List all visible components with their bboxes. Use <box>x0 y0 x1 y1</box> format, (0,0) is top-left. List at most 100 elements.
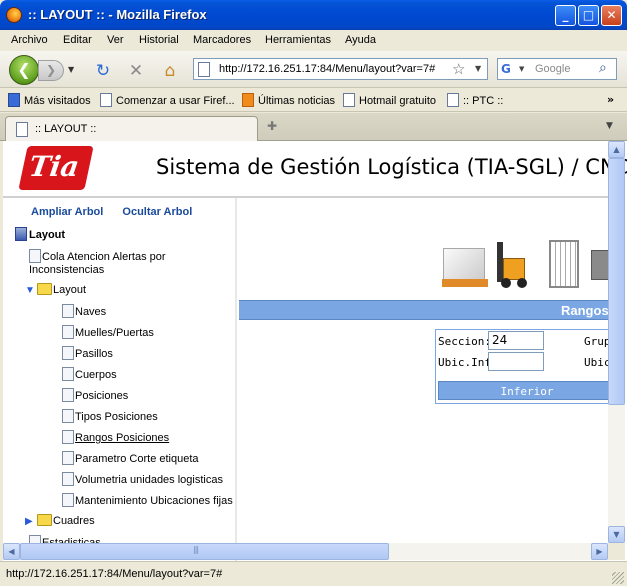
tree-folder-cuadres[interactable]: ▶ Cuadres <box>25 514 95 527</box>
menu-marcadores[interactable]: Marcadores <box>193 34 251 46</box>
expanded-arrow-icon[interactable]: ▼ <box>25 285 37 296</box>
section-title: Rangos <box>561 303 609 318</box>
tree-item-cola-atencion[interactable]: Cola Atencion Alertas por Inconsistencia… <box>29 249 229 277</box>
expand-tree-link[interactable]: Ampliar Arbol <box>31 206 103 218</box>
tab-list-dropdown-icon[interactable]: ▼ <box>606 121 613 131</box>
main-pane: Rangos Seccion: 24 Grup Ubic.Inf: Ubic I… <box>239 198 616 561</box>
scrollbar-corner <box>608 543 625 560</box>
stop-icon[interactable]: ✕ <box>125 60 147 82</box>
search-box[interactable]: G ▼ Google ⌕ <box>497 58 617 80</box>
url-text[interactable]: http://172.16.251.17:84/Menu/layout?var=… <box>219 63 435 75</box>
document-icon <box>29 249 41 263</box>
roll-cage-icon <box>549 240 579 288</box>
inferior-button[interactable]: Inferior <box>438 381 616 400</box>
horizontal-scroll-thumb[interactable] <box>20 543 389 560</box>
seccion-label: Seccion: <box>438 335 491 348</box>
horizontal-scrollbar[interactable]: ◀ ▶ <box>3 543 608 560</box>
tree-item-parametro-corte[interactable]: Parametro Corte etiqueta <box>62 451 199 465</box>
document-icon <box>62 472 74 486</box>
scroll-right-icon[interactable]: ▶ <box>591 543 608 560</box>
search-engine-dropdown-icon[interactable]: ▼ <box>519 65 524 73</box>
collapsed-arrow-icon[interactable]: ▶ <box>25 516 37 527</box>
vertical-scrollbar[interactable]: ▲ ▼ <box>608 141 625 543</box>
document-icon <box>62 451 74 465</box>
tree-item-cuerpos[interactable]: Cuerpos <box>62 367 117 381</box>
maximize-button[interactable]: □ <box>578 5 599 26</box>
warehouse-illustration <box>442 240 615 292</box>
bookmarks-toolbar: Más visitados Comenzar a usar Firef... Ú… <box>0 89 627 112</box>
tree-item-tipos-posiciones[interactable]: Tipos Posiciones <box>62 409 158 423</box>
page-icon <box>100 93 112 107</box>
hide-tree-link[interactable]: Ocultar Arbol <box>122 206 192 218</box>
status-bar: http://172.16.251.17:84/Menu/layout?var=… <box>0 561 627 586</box>
document-icon <box>62 409 74 423</box>
scroll-down-icon[interactable]: ▼ <box>608 526 625 543</box>
bookmark-mas-visitados[interactable]: Más visitados <box>8 93 91 107</box>
firefox-icon <box>6 7 22 23</box>
tree-item-mantenimiento[interactable]: Mantenimiento Ubicaciones fijas <box>62 493 233 507</box>
menu-herramientas[interactable]: Herramientas <box>265 34 331 46</box>
seccion-input[interactable]: 24 <box>488 331 544 350</box>
bookmark-hotmail[interactable]: Hotmail gratuito <box>343 93 436 107</box>
window-title: :: LAYOUT :: - Mozilla Firefox <box>28 7 207 22</box>
search-engine-icon[interactable]: G <box>501 62 517 76</box>
bookmark-comenzar[interactable]: Comenzar a usar Firef... <box>100 93 235 107</box>
tree-folder-layout[interactable]: ▼ Layout <box>25 283 86 296</box>
tree-item-volumetria[interactable]: Volumetria unidades logisticas <box>62 472 223 486</box>
sidebar-actions: Ampliar Arbol Ocultar Arbol <box>31 206 208 218</box>
new-tab-icon[interactable]: ✚ <box>262 119 282 137</box>
window-title-bar: :: LAYOUT :: - Mozilla Firefox _ □ ✕ <box>0 0 627 30</box>
tab-layout[interactable]: :: LAYOUT :: <box>5 116 258 141</box>
document-icon <box>62 430 74 444</box>
url-dropdown-icon[interactable]: ▼ <box>475 64 481 73</box>
navigation-toolbar: ❮ ❯ ▼ ↻ ✕ ⌂ http://172.16.251.17:84/Menu… <box>0 51 627 88</box>
vertical-scroll-thumb[interactable] <box>608 158 625 405</box>
tree-item-posiciones[interactable]: Posiciones <box>62 388 128 402</box>
search-icon[interactable]: ⌕ <box>599 60 607 76</box>
page-icon <box>447 93 459 107</box>
close-button[interactable]: ✕ <box>601 5 622 26</box>
bookmark-ptc[interactable]: :: PTC :: <box>447 93 503 107</box>
menu-archivo[interactable]: Archivo <box>11 34 48 46</box>
page-icon <box>343 93 355 107</box>
page-icon <box>16 122 28 137</box>
menu-bar: Archivo Editar Ver Historial Marcadores … <box>0 30 627 51</box>
menu-ver[interactable]: Ver <box>107 34 124 46</box>
resize-grip-icon[interactable] <box>612 572 624 584</box>
document-icon <box>62 325 74 339</box>
page-content: Tia Sistema de Gestión Logística (TIA-SG… <box>0 141 627 561</box>
bookmark-star-icon[interactable]: ☆ <box>452 60 465 78</box>
tia-logo: Tia <box>18 146 94 190</box>
reload-icon[interactable]: ↻ <box>92 60 114 82</box>
tree-item-naves[interactable]: Naves <box>62 304 106 318</box>
address-bar[interactable]: http://172.16.251.17:84/Menu/layout?var=… <box>193 58 488 80</box>
app-title: Sistema de Gestión Logística (TIA-SGL) /… <box>156 155 627 179</box>
bookmarks-overflow-icon[interactable]: » <box>607 93 614 106</box>
document-icon <box>62 493 74 507</box>
rss-icon <box>242 93 254 107</box>
tab-title: :: LAYOUT :: <box>35 123 97 135</box>
history-dropdown-icon[interactable]: ▼ <box>68 65 74 74</box>
back-button[interactable]: ❮ <box>9 55 39 85</box>
tree-item-pasillos[interactable]: Pasillos <box>62 346 113 360</box>
document-icon <box>62 388 74 402</box>
grupo-label: Grup <box>584 335 611 348</box>
minimize-button[interactable]: _ <box>555 5 576 26</box>
ubic-inf-input[interactable] <box>488 352 544 371</box>
scroll-left-icon[interactable]: ◀ <box>3 543 20 560</box>
scroll-up-icon[interactable]: ▲ <box>608 141 625 158</box>
bookmark-ultimas-noticias[interactable]: Últimas noticias <box>242 93 335 107</box>
home-icon[interactable]: ⌂ <box>159 60 181 82</box>
tab-strip: :: LAYOUT :: ✚ ▼ <box>0 113 627 141</box>
menu-ayuda[interactable]: Ayuda <box>345 34 376 46</box>
forward-button[interactable]: ❯ <box>38 60 64 81</box>
folder-open-icon <box>37 283 52 295</box>
tree-root-layout[interactable]: Layout <box>15 227 65 241</box>
search-input[interactable]: Google <box>535 63 570 75</box>
tree-item-muelles[interactable]: Muelles/Puertas <box>62 325 154 339</box>
document-icon <box>62 304 74 318</box>
smart-bookmark-icon <box>8 93 20 107</box>
menu-editar[interactable]: Editar <box>63 34 92 46</box>
menu-historial[interactable]: Historial <box>139 34 179 46</box>
tree-item-rangos-posiciones[interactable]: Rangos Posiciones <box>62 430 169 444</box>
